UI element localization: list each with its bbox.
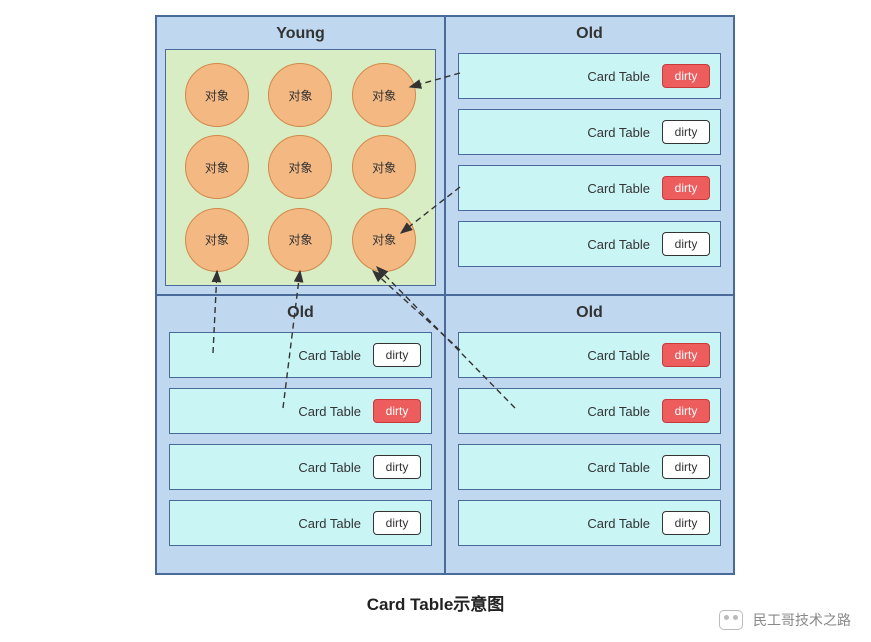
memory-grid: Young 对象 对象 对象 对象 对象 对象 对象 对象 对象 Old Car… <box>155 15 735 575</box>
dirty-flag: dirty <box>662 343 710 367</box>
card-table-label: Card Table <box>587 516 650 531</box>
card-table-row: Card Table dirty <box>169 388 432 434</box>
region-old-bottom-right: Old Card TabledirtyCard TabledirtyCard T… <box>445 295 734 574</box>
object-circle: 对象 <box>352 63 416 127</box>
card-table-row: Card Table dirty <box>458 444 721 490</box>
young-object-box: 对象 对象 对象 对象 对象 对象 对象 对象 对象 <box>165 49 436 286</box>
region-old-bottom-left: Old Card TabledirtyCard TabledirtyCard T… <box>156 295 445 574</box>
card-table-row: Card Table dirty <box>458 221 721 267</box>
card-table-label: Card Table <box>298 348 361 363</box>
dirty-flag: dirty <box>662 120 710 144</box>
card-table-list: Card TabledirtyCard TabledirtyCard Table… <box>454 328 725 565</box>
card-table-label: Card Table <box>587 125 650 140</box>
watermark: 民工哥技术之路 <box>719 610 851 630</box>
card-table-label: Card Table <box>587 348 650 363</box>
card-table-row: Card Table dirty <box>458 500 721 546</box>
object-circle: 对象 <box>352 135 416 199</box>
dirty-flag: dirty <box>373 455 421 479</box>
card-table-label: Card Table <box>298 460 361 475</box>
region-old-top-right: Old Card TabledirtyCard TabledirtyCard T… <box>445 16 734 295</box>
card-table-row: Card Table dirty <box>458 332 721 378</box>
watermark-text: 民工哥技术之路 <box>753 610 851 630</box>
object-circle: 对象 <box>185 63 249 127</box>
object-circle: 对象 <box>352 208 416 272</box>
wechat-icon <box>719 610 743 630</box>
card-table-label: Card Table <box>587 237 650 252</box>
card-table-list: Card TabledirtyCard TabledirtyCard Table… <box>454 49 725 286</box>
region-title: Old <box>454 304 725 322</box>
region-title: Old <box>454 25 725 43</box>
dirty-flag: dirty <box>662 64 710 88</box>
card-table-row: Card Table dirty <box>169 332 432 378</box>
card-table-label: Card Table <box>587 181 650 196</box>
card-table-row: Card Table dirty <box>458 165 721 211</box>
region-young: Young 对象 对象 对象 对象 对象 对象 对象 对象 对象 <box>156 16 445 295</box>
object-circle: 对象 <box>268 135 332 199</box>
card-table-row: Card Table dirty <box>169 444 432 490</box>
card-table-label: Card Table <box>587 460 650 475</box>
region-title: Old <box>165 304 436 322</box>
object-circle: 对象 <box>268 63 332 127</box>
dirty-flag: dirty <box>662 455 710 479</box>
dirty-flag: dirty <box>373 343 421 367</box>
object-circle: 对象 <box>185 208 249 272</box>
card-table-row: Card Table dirty <box>458 109 721 155</box>
card-table-label: Card Table <box>298 516 361 531</box>
card-table-row: Card Table dirty <box>169 500 432 546</box>
card-table-list: Card TabledirtyCard TabledirtyCard Table… <box>165 328 436 565</box>
object-circle: 对象 <box>185 135 249 199</box>
object-circle: 对象 <box>268 208 332 272</box>
dirty-flag: dirty <box>373 511 421 535</box>
card-table-label: Card Table <box>587 69 650 84</box>
dirty-flag: dirty <box>662 399 710 423</box>
card-table-row: Card Table dirty <box>458 388 721 434</box>
card-table-label: Card Table <box>587 404 650 419</box>
card-table-label: Card Table <box>298 404 361 419</box>
dirty-flag: dirty <box>373 399 421 423</box>
dirty-flag: dirty <box>662 511 710 535</box>
region-title: Young <box>165 25 436 43</box>
card-table-row: Card Table dirty <box>458 53 721 99</box>
dirty-flag: dirty <box>662 176 710 200</box>
dirty-flag: dirty <box>662 232 710 256</box>
